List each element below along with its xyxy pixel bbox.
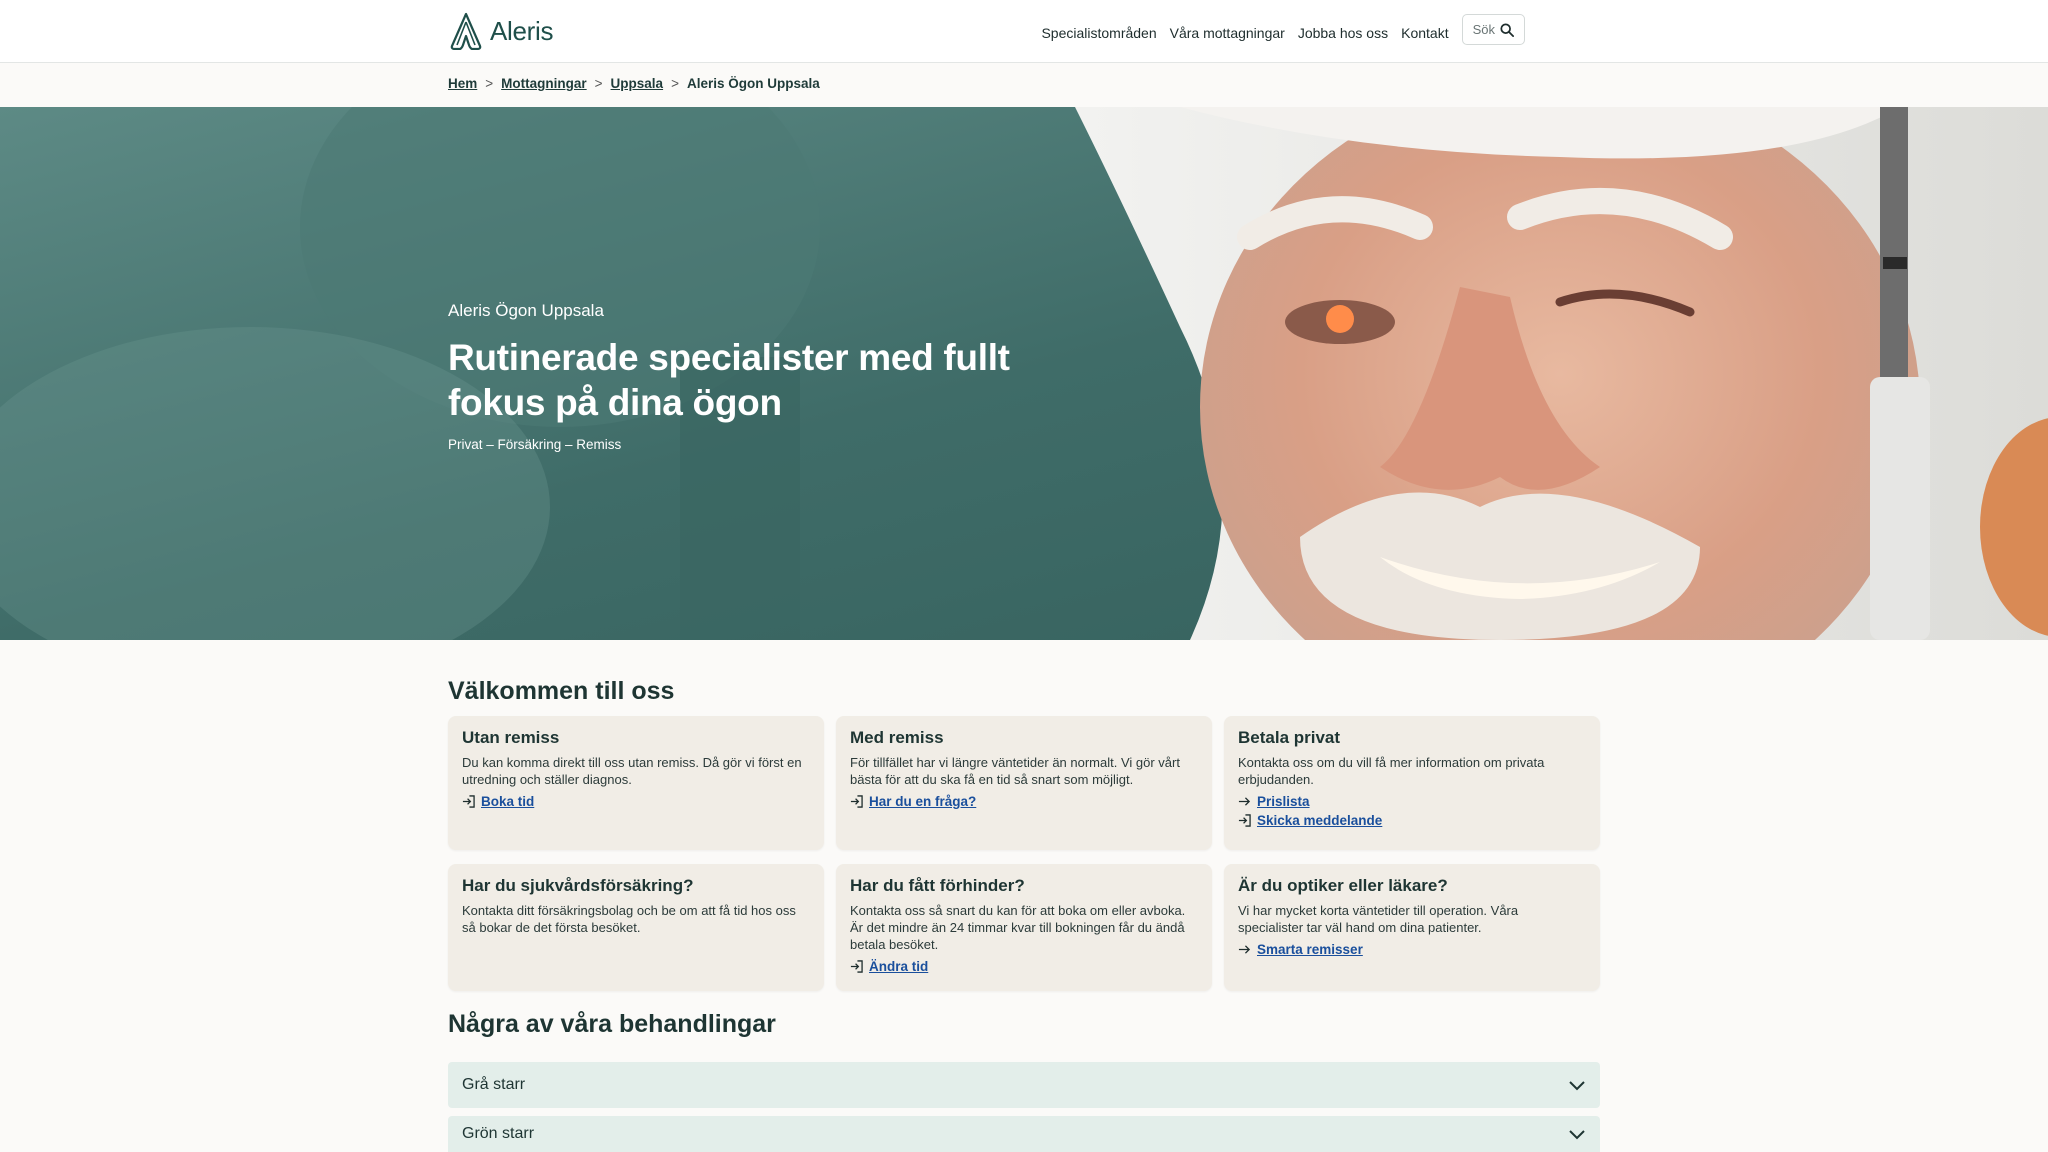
breadcrumb-separator: >: [671, 76, 679, 91]
breadcrumb-uppsala[interactable]: Uppsala: [611, 76, 664, 91]
aleris-logo-icon: [450, 12, 482, 50]
card-title: Med remiss: [850, 728, 944, 747]
aleris-logo[interactable]: Aleris: [448, 12, 554, 50]
card-text: Kontakta oss så snart du kan för att bok…: [850, 903, 1186, 952]
card-title: Har du fått förhinder?: [850, 876, 1025, 895]
card-link: Har du en fråga?: [850, 794, 1198, 809]
card-text: Kontakta ditt försäkringsbolag och be om…: [462, 903, 796, 935]
nav-kontakt[interactable]: Kontakt: [1401, 25, 1448, 41]
card-link: Prislista: [1238, 794, 1586, 809]
search-label: Sök: [1472, 22, 1495, 37]
login-arrow-icon: [1238, 814, 1251, 827]
chevron-down-icon: [1569, 1130, 1585, 1140]
accordion-gra-starr[interactable]: Grå starr: [448, 1062, 1600, 1108]
nav-jobba-hos-oss[interactable]: Jobba hos oss: [1298, 25, 1388, 41]
card-sjukvardsforsakring: Har du sjukvårdsförsäkring? Kontakta dit…: [448, 864, 824, 991]
har-du-en-fraga-link[interactable]: Har du en fråga?: [869, 794, 976, 809]
nav-specialistomraden[interactable]: Specialistområden: [1041, 25, 1156, 41]
chevron-down-icon: [1569, 1081, 1585, 1091]
logo-text: Aleris: [490, 15, 554, 46]
accordion-gron-starr[interactable]: Grön starr: [448, 1116, 1600, 1152]
treatments-title: Några av våra behandlingar: [448, 1010, 776, 1038]
card-link: Ändra tid: [850, 959, 1198, 974]
arrow-right-icon: [1238, 797, 1251, 806]
card-title: Betala privat: [1238, 728, 1341, 747]
breadcrumb-mottagningar[interactable]: Mottagningar: [501, 76, 587, 91]
search-button[interactable]: Sök: [1461, 14, 1525, 45]
breadcrumb: Hem > Mottagningar > Uppsala > Aleris Ög…: [448, 76, 820, 91]
card-forhinder: Har du fått förhinder? Kontakta oss så s…: [836, 864, 1212, 991]
skicka-meddelande-link[interactable]: Skicka meddelande: [1257, 813, 1382, 828]
arrow-right-icon: [1238, 945, 1251, 954]
site-header: Aleris Specialistområden Våra mottagning…: [0, 0, 2048, 63]
card-text: För tillfället har vi längre väntetider …: [850, 755, 1180, 787]
hero-text: Aleris Ögon Uppsala Rutinerade specialis…: [448, 301, 1088, 452]
boka-tid-link[interactable]: Boka tid: [481, 794, 534, 809]
card-text: Vi har mycket korta väntetider till oper…: [1238, 903, 1519, 935]
welcome-cards: Utan remiss Du kan komma direkt till oss…: [448, 716, 1600, 991]
breadcrumb-current: Aleris Ögon Uppsala: [686, 76, 820, 91]
hero-title: Rutinerade specialister med fullt fokus …: [448, 337, 1010, 423]
login-arrow-icon: [850, 960, 863, 973]
card-utan-remiss: Utan remiss Du kan komma direkt till oss…: [448, 716, 824, 850]
card-text: Kontakta oss om du vill få mer informati…: [1238, 755, 1545, 787]
hero-banner: Aleris Ögon Uppsala Rutinerade specialis…: [0, 107, 2048, 640]
accordion-label: Grå starr: [462, 1076, 526, 1093]
hero-eyebrow: Aleris Ögon Uppsala: [448, 301, 604, 320]
smarta-remisser-link[interactable]: Smarta remisser: [1257, 942, 1363, 957]
card-med-remiss: Med remiss För tillfället har vi längre …: [836, 716, 1212, 850]
card-title: Har du sjukvårdsförsäkring?: [462, 876, 694, 895]
card-link: Skicka meddelande: [1238, 813, 1586, 828]
card-optiker-lakare: Är du optiker eller läkare? Vi har mycke…: [1224, 864, 1600, 991]
card-text: Du kan komma direkt till oss utan remiss…: [462, 755, 802, 787]
search-icon: [1500, 22, 1514, 37]
welcome-title: Välkommen till oss: [448, 677, 675, 705]
card-title: Utan remiss: [462, 728, 560, 747]
andra-tid-link[interactable]: Ändra tid: [869, 959, 928, 974]
card-title: Är du optiker eller läkare?: [1238, 876, 1448, 895]
breadcrumb-separator: >: [594, 76, 603, 91]
nav-vara-mottagningar[interactable]: Våra mottagningar: [1170, 25, 1285, 41]
hero-subtitle: Privat – Försäkring – Remiss: [448, 437, 622, 452]
main-nav: Specialistområden Våra mottagningar Jobb…: [1041, 14, 1525, 45]
card-link: Boka tid: [462, 794, 810, 809]
card-betala-privat: Betala privat Kontakta oss om du vill få…: [1224, 716, 1600, 850]
login-arrow-icon: [850, 795, 863, 808]
breadcrumb-separator: >: [485, 76, 494, 91]
breadcrumb-hem[interactable]: Hem: [448, 76, 477, 91]
card-link: Smarta remisser: [1238, 942, 1586, 957]
prislista-link[interactable]: Prislista: [1257, 794, 1310, 809]
login-arrow-icon: [462, 795, 475, 808]
accordion-label: Grön starr: [462, 1125, 535, 1142]
